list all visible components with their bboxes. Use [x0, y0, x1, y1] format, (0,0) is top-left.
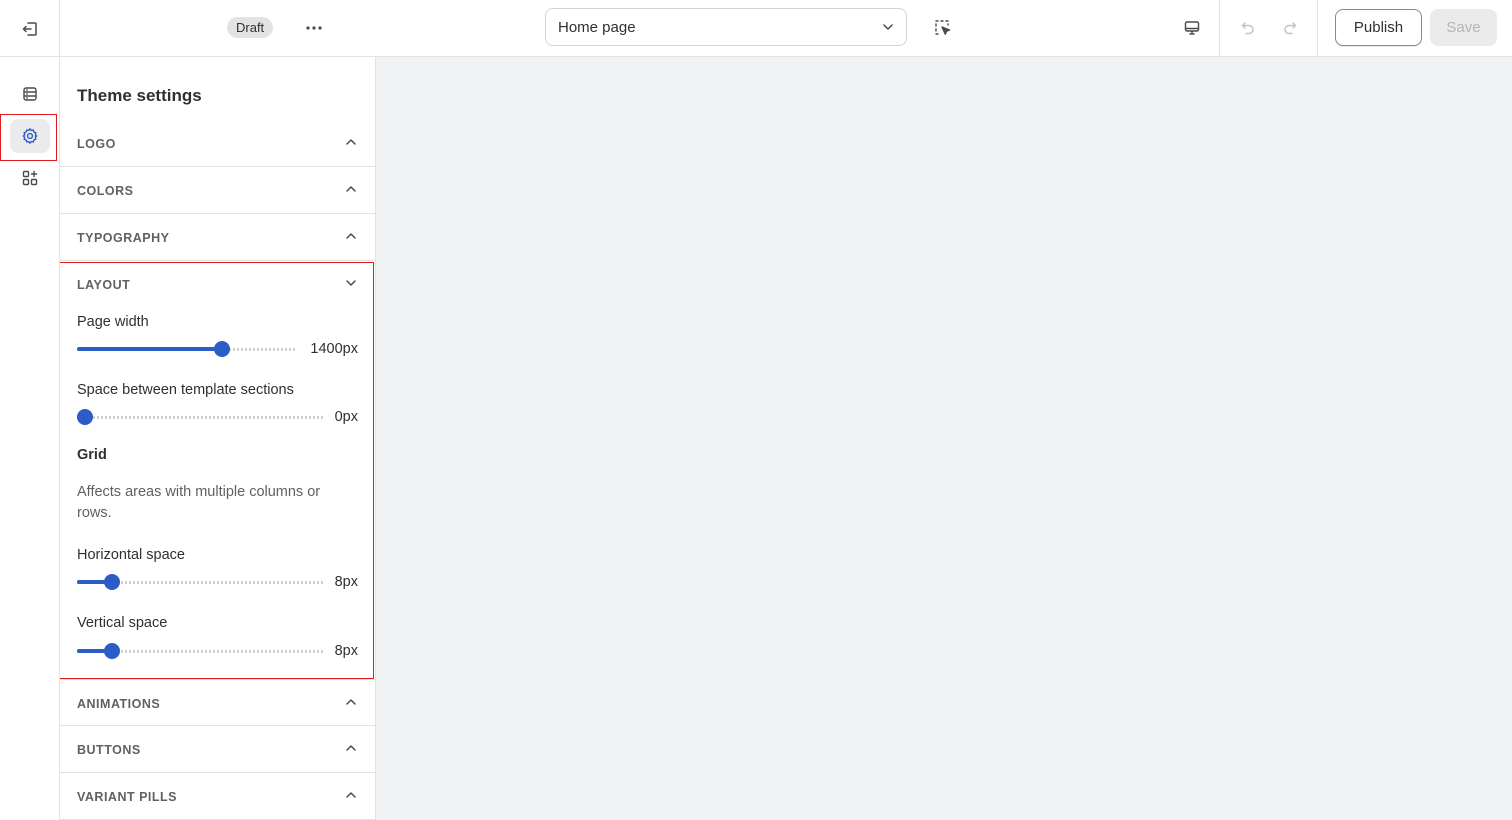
chevron-up-icon [343, 134, 359, 150]
section-typography[interactable]: TYPOGRAPHY [60, 214, 375, 261]
exit-icon [21, 20, 39, 38]
slider-thumb[interactable] [104, 643, 120, 659]
section-space-label: Space between template sections [77, 382, 294, 398]
rail-item-theme-settings[interactable] [10, 119, 50, 153]
ellipsis-icon [305, 26, 323, 30]
section-label: LOGO [77, 137, 116, 151]
device-preview-button[interactable] [1180, 16, 1204, 40]
horizontal-space-slider[interactable] [77, 573, 324, 591]
chevron-up-icon [343, 181, 359, 197]
horizontal-space-value: 8px [334, 574, 358, 590]
vertical-space-slider[interactable] [77, 642, 324, 660]
undo-icon [1240, 20, 1256, 36]
chevron-down-icon [882, 23, 894, 31]
chevron-down-icon [343, 275, 359, 291]
slider-fill [77, 347, 222, 351]
section-animations[interactable]: ANIMATIONS [60, 679, 375, 726]
grid-heading: Grid [77, 447, 107, 463]
section-variant-pills[interactable]: VARIANT PILLS [60, 773, 375, 820]
undo-button[interactable] [1236, 16, 1260, 40]
page-width-label: Page width [77, 314, 149, 330]
sections-icon [21, 85, 39, 103]
slider-thumb[interactable] [104, 574, 120, 590]
status-badge: Draft [227, 17, 274, 38]
vertical-space-label: Vertical space [77, 615, 168, 631]
section-layout[interactable]: LAYOUT [60, 261, 375, 308]
section-space-value: 0px [334, 409, 358, 425]
section-space-slider[interactable] [77, 408, 324, 426]
rail-item-sections[interactable] [10, 77, 50, 111]
top-bar: Draft Home page Publish Save [0, 0, 1512, 57]
more-actions-button[interactable] [302, 17, 326, 39]
page-select[interactable]: Home page [545, 8, 907, 46]
exit-button[interactable] [0, 0, 60, 57]
select-cursor-icon [934, 19, 952, 37]
toolbar-divider [1317, 0, 1318, 57]
section-logo[interactable]: LOGO [60, 120, 375, 167]
chevron-up-icon [343, 740, 359, 756]
theme-settings-panel: Theme settings LOGO COLORS TYPOGRAPHY LA… [60, 57, 376, 820]
chevron-up-icon [343, 228, 359, 244]
section-label: LAYOUT [77, 278, 131, 292]
section-label: BUTTONS [77, 743, 141, 757]
chevron-up-icon [343, 787, 359, 803]
left-rail [0, 57, 60, 820]
redo-button[interactable] [1278, 16, 1302, 40]
horizontal-space-label: Horizontal space [77, 547, 185, 563]
toolbar-divider [1219, 0, 1220, 57]
page-select-value: Home page [558, 18, 636, 36]
chevron-up-icon [343, 694, 359, 710]
section-buttons[interactable]: BUTTONS [60, 726, 375, 773]
redo-icon [1282, 20, 1298, 36]
page-width-slider[interactable] [77, 340, 297, 358]
panel-title: Theme settings [77, 86, 202, 105]
save-button[interactable]: Save [1430, 9, 1497, 46]
section-label: VARIANT PILLS [77, 790, 178, 804]
desktop-icon [1183, 19, 1201, 37]
section-colors[interactable]: COLORS [60, 167, 375, 214]
inspector-button[interactable] [931, 16, 955, 40]
preview-canvas[interactable] [376, 57, 1512, 820]
grid-help-text: Affects areas with multiple columns or r… [77, 484, 321, 521]
vertical-space-value: 8px [334, 643, 358, 659]
page-width-value: 1400px [310, 341, 358, 357]
section-label: COLORS [77, 184, 134, 198]
slider-thumb[interactable] [77, 409, 93, 425]
slider-track [77, 416, 324, 419]
rail-item-apps[interactable] [10, 161, 50, 195]
section-label: ANIMATIONS [77, 697, 161, 711]
section-label: TYPOGRAPHY [77, 231, 170, 245]
publish-button[interactable]: Publish [1335, 9, 1422, 46]
apps-icon [21, 169, 39, 187]
slider-thumb[interactable] [214, 341, 230, 357]
gear-icon [21, 127, 39, 145]
